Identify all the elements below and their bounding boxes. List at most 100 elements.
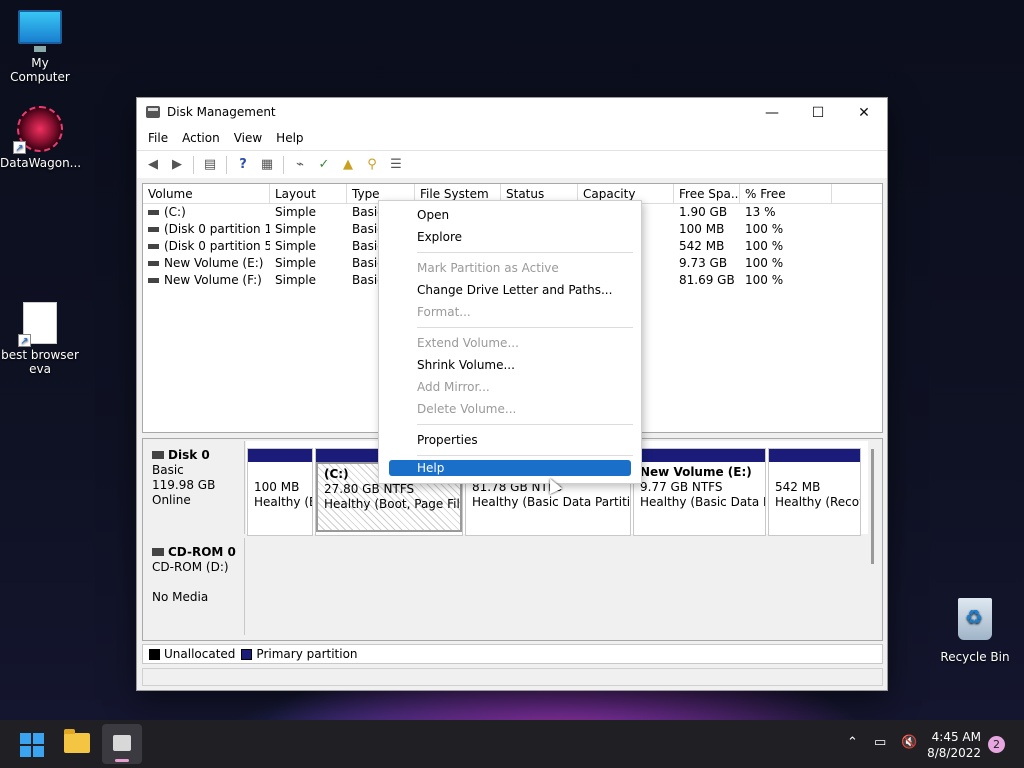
import-icon[interactable]: ▲	[337, 154, 359, 176]
legend-primary-swatch	[241, 649, 253, 660]
active-indicator	[115, 759, 129, 762]
forward-icon[interactable]: ▶	[166, 154, 188, 176]
percent-free-cell: 13 %	[745, 205, 776, 219]
context-menu: Open Explore Mark Partition as Active Ch…	[378, 200, 642, 484]
percent-free-cell: 100 %	[745, 239, 784, 253]
menu-item-change-drive-letter[interactable]: Change Drive Letter and Paths...	[379, 279, 641, 301]
title-bar[interactable]: Disk Management — ☐ ✕	[137, 98, 887, 128]
partition-status: Healthy (Basic Data Partition	[472, 495, 630, 509]
legend-primary: Primary partition	[241, 647, 358, 661]
toolbar-separator	[283, 155, 284, 174]
legend: Unallocated Primary partition	[142, 644, 883, 664]
legend-unallocated: Unallocated	[149, 647, 235, 661]
properties-icon[interactable]: ▦	[256, 154, 278, 176]
drive-icon	[148, 244, 159, 249]
notification-badge[interactable]: 2	[988, 736, 1005, 753]
volume-muted-icon[interactable]: 🔇	[901, 735, 917, 750]
partition-status: Healthy (E	[254, 495, 312, 509]
file-icon: ↗	[18, 302, 57, 347]
cdrom-media: No Media	[152, 590, 209, 604]
shortcut-arrow-icon: ↗	[13, 141, 26, 154]
disk-icon	[152, 451, 164, 459]
percent-free-cell: 100 %	[745, 273, 784, 287]
legend-unallocated-label: Unallocated	[164, 647, 236, 661]
search-icon[interactable]: ⚲	[361, 154, 383, 176]
menu-help[interactable]: Help	[269, 128, 310, 150]
toolbar: ◀ ▶ ▤ ? ▦ ⌁ ✓ ▲ ⚲ ☰	[137, 150, 887, 178]
menu-separator	[417, 327, 633, 328]
shortcut-arrow-icon: ↗	[18, 334, 31, 347]
cdrom-0-label[interactable]: CD-ROM 0 CD-ROM (D:) No Media	[145, 538, 245, 635]
minimize-button[interactable]: —	[749, 98, 795, 128]
partition-size: 9.77 GB NTFS	[640, 480, 723, 494]
column-header-layout[interactable]: Layout	[270, 184, 347, 203]
partition-size: 27.80 GB NTFS	[324, 482, 415, 496]
taskbar-disk-management-button[interactable]	[102, 724, 142, 764]
menu-separator	[417, 455, 633, 456]
menu-separator	[417, 424, 633, 425]
layout-cell: Simple	[275, 256, 316, 270]
layout-cell: Simple	[275, 205, 316, 219]
column-header-volume[interactable]: Volume	[143, 184, 270, 203]
network-icon[interactable]: ▭	[874, 735, 886, 750]
status-bar	[142, 668, 883, 686]
disk-type: Basic	[152, 463, 184, 477]
vertical-scrollbar[interactable]	[871, 449, 874, 564]
partition-e[interactable]: New Volume (E:) 9.77 GB NTFS Healthy (Basi…	[633, 448, 766, 536]
close-button[interactable]: ✕	[841, 98, 887, 128]
free-space-cell: 542 MB	[679, 239, 725, 253]
show-hidden-icons-chevron-icon[interactable]: ⌃	[847, 735, 858, 750]
cdrom-drive: CD-ROM (D:)	[152, 560, 229, 574]
desktop-icon-best-browser-eva[interactable]: ↗ best browser eva	[0, 302, 80, 376]
partition-recovery[interactable]: 542 MB Healthy (Recov	[768, 448, 861, 536]
maximize-button[interactable]: ☐	[795, 98, 841, 128]
layout-cell: Simple	[275, 222, 316, 236]
desktop-icon-recycle-bin[interactable]: ♻ Recycle Bin	[935, 598, 1015, 664]
desktop-icon-datawagon[interactable]: ↗ DataWagon...	[0, 106, 81, 170]
check-icon[interactable]: ✓	[313, 154, 335, 176]
desktop-icon-my-computer[interactable]: My Computer	[0, 10, 80, 84]
menu-item-help[interactable]: Help	[389, 460, 631, 476]
partition-status: Healthy (Basic Data Par	[640, 495, 765, 509]
drive-icon	[148, 227, 159, 232]
menu-item-properties[interactable]: Properties	[379, 429, 641, 451]
desktop-icon-label: best browser eva	[1, 348, 79, 376]
clock-date: 8/8/2022	[927, 746, 981, 760]
back-icon[interactable]: ◀	[142, 154, 164, 176]
partition-status: Healthy (Boot, Page File, E	[324, 497, 460, 511]
clock[interactable]: 4:45 AM 8/8/2022	[927, 729, 981, 761]
disk-0-label[interactable]: Disk 0 Basic 119.98 GB Online	[145, 441, 245, 534]
window-title: Disk Management	[167, 105, 276, 119]
menu-item-open[interactable]: Open	[379, 204, 641, 226]
menu-bar: File Action View Help	[137, 128, 887, 150]
menu-item-shrink-volume[interactable]: Shrink Volume...	[379, 354, 641, 376]
connect-icon[interactable]: ⌁	[289, 154, 311, 176]
column-header-free-space[interactable]: Free Spa...	[674, 184, 740, 203]
menu-item-mark-active: Mark Partition as Active	[417, 261, 559, 275]
menu-file[interactable]: File	[141, 128, 175, 150]
partition-1[interactable]: 100 MB Healthy (E	[247, 448, 313, 536]
drive-icon	[148, 261, 159, 266]
start-button[interactable]	[20, 733, 44, 757]
file-explorer-icon[interactable]	[64, 729, 90, 753]
help-icon[interactable]: ?	[232, 154, 254, 176]
menu-item-delete-volume: Delete Volume...	[417, 402, 517, 416]
disk-size: 119.98 GB	[152, 478, 216, 492]
percent-free-cell: 100 %	[745, 256, 784, 270]
list-icon[interactable]: ☰	[385, 154, 407, 176]
free-space-cell: 9.73 GB	[679, 256, 728, 270]
free-space-cell: 100 MB	[679, 222, 725, 236]
column-header-percent-free[interactable]: % Free	[740, 184, 832, 203]
layout-cell: Simple	[275, 273, 316, 287]
menu-separator	[417, 252, 633, 253]
menu-item-explore[interactable]: Explore	[379, 226, 641, 248]
volume-cell: (Disk 0 partition 1)	[164, 222, 270, 236]
menu-item-add-mirror: Add Mirror...	[417, 380, 490, 394]
menu-view[interactable]: View	[227, 128, 269, 150]
partition-size: 542 MB	[775, 480, 821, 494]
cdrom-name: CD-ROM 0	[168, 545, 236, 559]
show-hide-console-tree-icon[interactable]: ▤	[199, 154, 221, 176]
disk-name: Disk 0	[168, 448, 210, 462]
menu-action[interactable]: Action	[175, 128, 227, 150]
partition-status: Healthy (Recov	[775, 495, 860, 509]
